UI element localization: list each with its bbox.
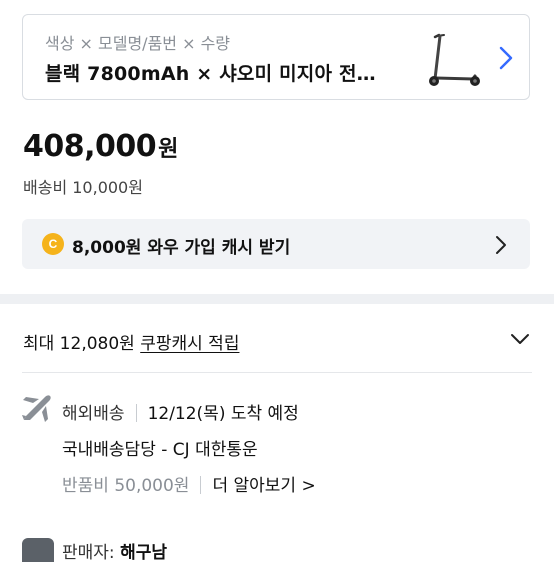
cash-reward-row[interactable]: 최대 12,080원 쿠팡캐시 적립 (0, 304, 554, 372)
return-fee-line: 반품비 50,000원 더 알아보기 > (62, 471, 316, 496)
airplane-icon (22, 395, 51, 422)
option-selector-card[interactable]: 색상 × 모델명/품번 × 수량 블랙 7800mAh × 샤오미 미지아 전… (22, 14, 530, 100)
price-unit: 원 (158, 137, 178, 162)
divider (135, 404, 137, 422)
cash-reward-text: 최대 12,080원 쿠팡캐시 적립 (23, 329, 239, 354)
carrier-info: 국내배송담당 - CJ 대한통운 (62, 440, 258, 460)
reward-max-amount: 최대 12,080원 (23, 334, 135, 354)
return-fee: 반품비 50,000원 (62, 476, 190, 496)
divider (200, 476, 202, 494)
chevron-right-icon (496, 236, 506, 254)
section-divider-band (0, 294, 554, 304)
divider (22, 372, 532, 373)
selected-option-value: 블랙 7800mAh × 샤오미 미지아 전… (45, 63, 376, 85)
option-attributes-label: 색상 × 모델명/품번 × 수량 (45, 34, 231, 53)
shipping-fee: 배송비 10,000원 (23, 178, 143, 197)
coupang-cash-link[interactable]: 쿠팡캐시 적립 (140, 334, 239, 354)
sale-price: 408,000원 (23, 129, 178, 164)
delivery-eta-line: 해외배송 12/12(목) 도착 예정 (62, 399, 299, 424)
seller-store-icon (22, 538, 54, 562)
seller-info: 판매자: 해구남 (62, 538, 167, 563)
wow-cash-banner[interactable]: C 8,000원 와우 가입 캐시 받기 (22, 219, 530, 269)
wow-cash-text: 8,000원 와우 가입 캐시 받기 (72, 238, 291, 258)
price-amount: 408,000 (23, 129, 157, 164)
seller-name[interactable]: 해구남 (120, 543, 167, 563)
chevron-right-icon[interactable] (497, 43, 515, 73)
seller-label: 판매자: (62, 543, 115, 563)
chevron-down-icon[interactable] (510, 332, 530, 346)
learn-more-link[interactable]: 더 알아보기 > (212, 476, 315, 496)
overseas-delivery-label: 해외배송 (62, 404, 125, 424)
scooter-thumbnail (429, 33, 480, 86)
coin-icon: C (42, 233, 64, 255)
arrival-date: 12/12(목) 도착 예정 (147, 404, 299, 424)
